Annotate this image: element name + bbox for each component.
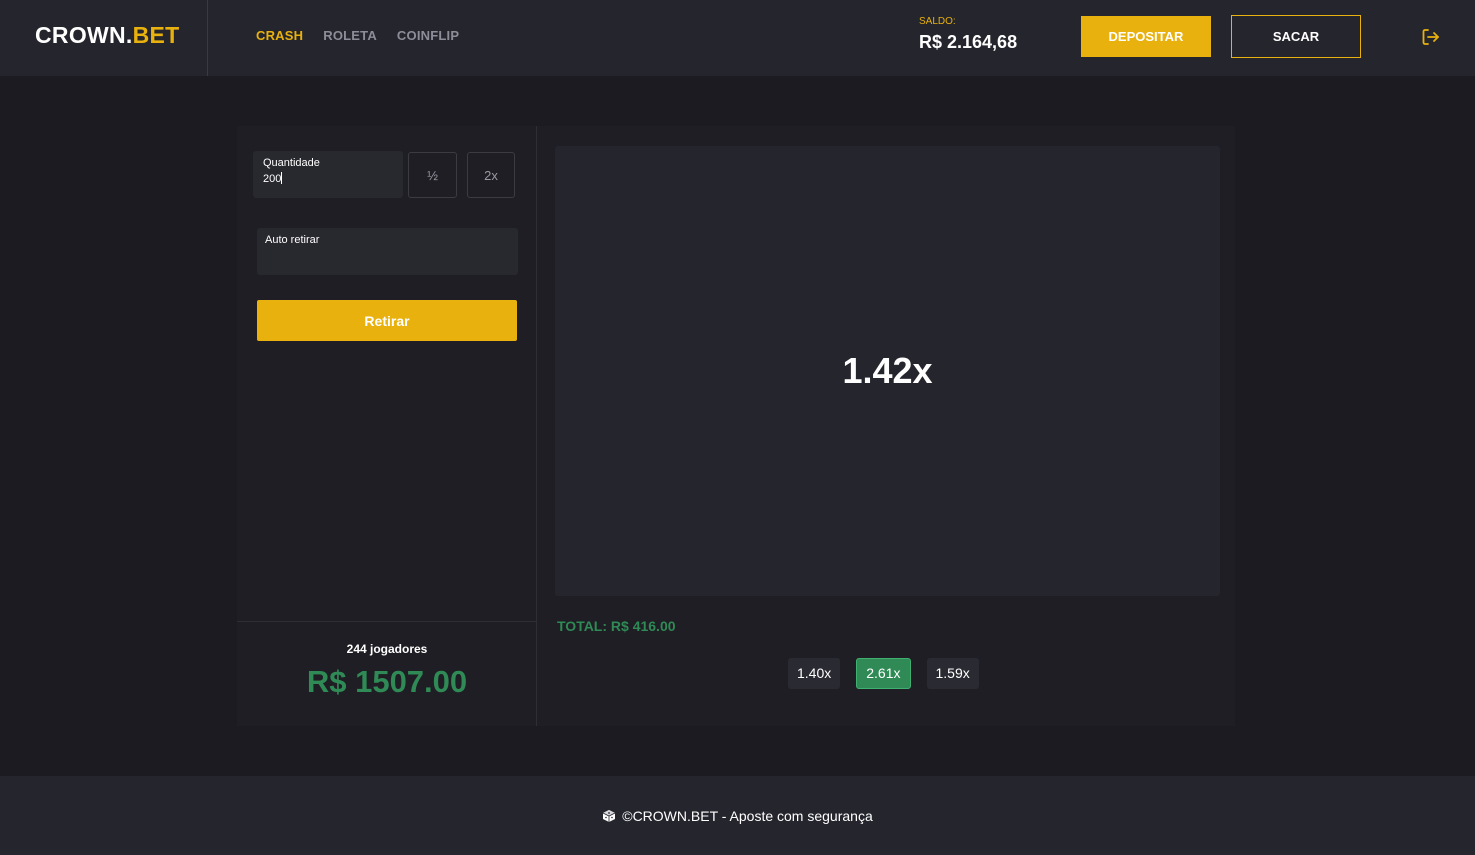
footer: ©CROWN.BET - Aposte com segurança [0,776,1475,855]
history-chip: 1.40x [788,658,841,689]
current-multiplier: 1.42x [842,350,933,391]
balance-value: R$ 2.164,68 [919,32,1018,52]
bet-controls: Quantidade 200 ½ 2x Auto retirar Retirar… [237,126,537,726]
double-bet-button[interactable]: 2x [467,152,515,198]
brand-logo[interactable]: CROWN.BET [35,20,180,50]
logo-main: CROWN. [35,22,133,48]
cashout-button[interactable]: Retirar [257,300,517,341]
balance-label: SALDO: [919,16,956,27]
half-bet-button[interactable]: ½ [408,152,457,198]
header-divider [207,0,208,76]
players-count: 244 jogadores [346,642,428,656]
crash-graph-area: 1.42x [555,146,1220,596]
dice-icon [602,809,616,823]
logout-icon[interactable] [1420,26,1442,48]
withdraw-button[interactable]: SACAR [1231,15,1361,58]
nav-item-crash[interactable]: CRASH [256,28,303,44]
text-caret [281,172,283,184]
quantity-input[interactable]: 200 [263,173,281,185]
quantity-label: Quantidade [263,157,320,169]
history-chip: 1.59x [926,658,979,689]
total-pot: R$ 1507.00 [306,664,468,699]
quantity-input-wrap: 200 [263,172,393,186]
stats-divider [237,621,537,622]
crash-game-panel: Quantidade 200 ½ 2x Auto retirar Retirar… [237,126,1235,726]
main-nav: CRASH ROLETA COINFLIP [256,28,459,44]
top-bar: CROWN.BET CRASH ROLETA COINFLIP SALDO: R… [0,0,1475,76]
auto-cashout-label: Auto retirar [265,234,320,246]
total-bets: TOTAL: R$ 416.00 [557,618,676,634]
footer-text: ©CROWN.BET - Aposte com segurança [622,807,873,824]
multiplier-history: 1.40x 2.61x 1.59x [788,658,979,689]
auto-cashout-field[interactable]: Auto retirar [257,228,518,275]
logo-accent: BET [132,22,180,48]
quantity-field[interactable]: Quantidade 200 [253,151,403,198]
balance-display: SALDO: R$ 2.164,68 [919,15,1017,54]
nav-item-roleta[interactable]: ROLETA [323,28,377,44]
deposit-button[interactable]: DEPOSITAR [1081,16,1211,57]
nav-item-coinflip[interactable]: COINFLIP [397,28,459,44]
history-chip-win: 2.61x [856,658,911,689]
